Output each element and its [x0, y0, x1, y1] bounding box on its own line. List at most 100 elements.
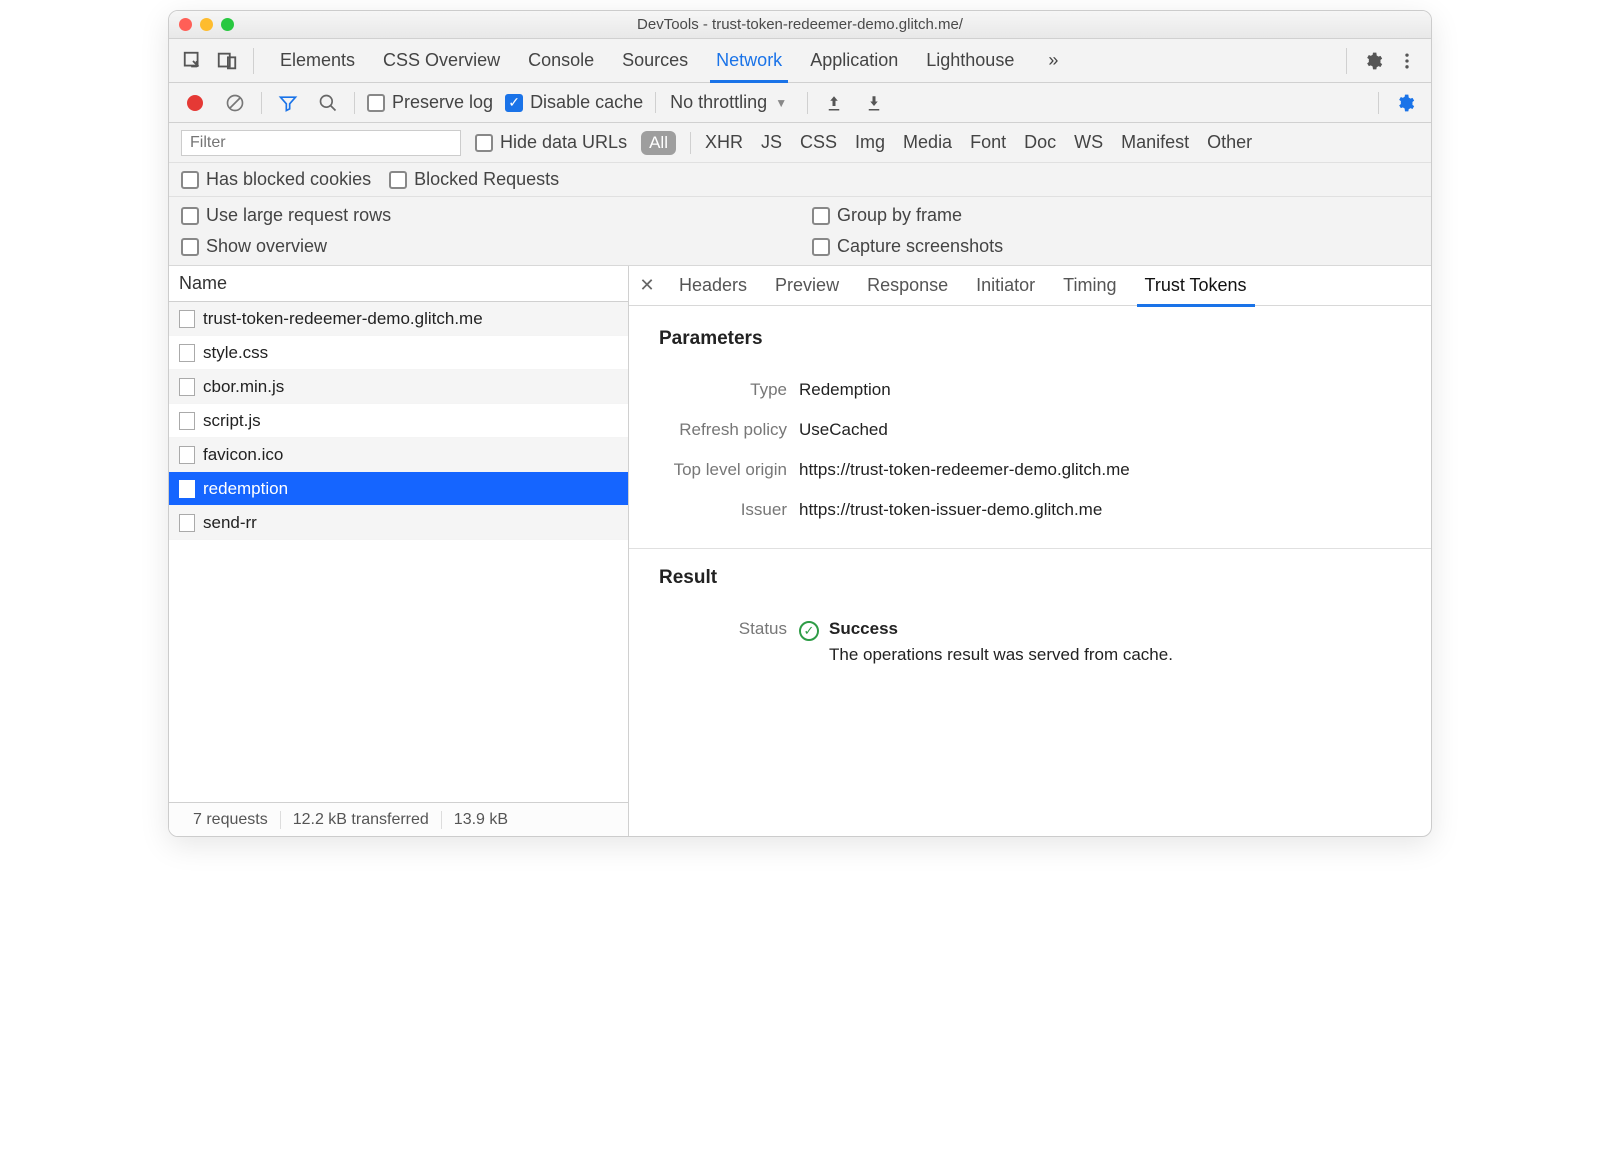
status-transferred: 12.2 kB transferred	[281, 811, 442, 829]
request-name: redemption	[203, 479, 288, 499]
request-list-panel: Name trust-token-redeemer-demo.glitch.me…	[169, 266, 629, 836]
filter-type-font[interactable]: Font	[970, 132, 1006, 153]
request-name: script.js	[203, 411, 261, 431]
tab-elements[interactable]: Elements	[266, 39, 369, 83]
request-row[interactable]: cbor.min.js	[169, 370, 628, 404]
status-bar: 7 requests 12.2 kB transferred 13.9 kB	[169, 802, 628, 836]
detail-tab-initiator[interactable]: Initiator	[962, 266, 1049, 306]
preserve-log-checkbox[interactable]: Preserve log	[367, 92, 493, 113]
inspect-icon[interactable]	[179, 47, 207, 75]
filter-type-img[interactable]: Img	[855, 132, 885, 153]
request-name: style.css	[203, 343, 268, 363]
parameters-heading: Parameters	[629, 328, 1431, 350]
column-header-name[interactable]: Name	[169, 266, 628, 302]
filter-type-doc[interactable]: Doc	[1024, 132, 1056, 153]
filter-type-all[interactable]: All	[641, 131, 676, 155]
window-title: DevTools - trust-token-redeemer-demo.gli…	[169, 16, 1431, 33]
download-har-icon[interactable]	[860, 89, 888, 117]
filter-input[interactable]	[181, 130, 461, 156]
request-name: trust-token-redeemer-demo.glitch.me	[203, 309, 483, 329]
request-name: favicon.ico	[203, 445, 283, 465]
success-check-icon: ✓	[799, 621, 819, 641]
result-status-value: ✓ Success The operations result was serv…	[799, 619, 1431, 665]
status-resources: 13.9 kB	[442, 811, 520, 829]
param-refresh-value: UseCached	[799, 420, 1431, 440]
param-type-label: Type	[629, 380, 799, 400]
detail-panel: ✕ HeadersPreviewResponseInitiatorTimingT…	[629, 266, 1431, 836]
upload-har-icon[interactable]	[820, 89, 848, 117]
network-toolbar: Preserve log ✓Disable cache No throttlin…	[169, 83, 1431, 123]
request-row[interactable]: redemption	[169, 472, 628, 506]
more-menu-icon[interactable]	[1393, 47, 1421, 75]
param-refresh-label: Refresh policy	[629, 420, 799, 440]
detail-tab-preview[interactable]: Preview	[761, 266, 853, 306]
tab-console[interactable]: Console	[514, 39, 608, 83]
request-row[interactable]: favicon.ico	[169, 438, 628, 472]
view-options: Use large request rows Show overview Gro…	[169, 197, 1431, 266]
group-by-frame-checkbox[interactable]: Group by frame	[812, 205, 1419, 226]
tab-lighthouse[interactable]: Lighthouse	[912, 39, 1028, 83]
titlebar: DevTools - trust-token-redeemer-demo.gli…	[169, 11, 1431, 39]
content-area: Name trust-token-redeemer-demo.glitch.me…	[169, 266, 1431, 836]
filter-type-xhr[interactable]: XHR	[705, 132, 743, 153]
network-settings-icon[interactable]	[1391, 89, 1419, 117]
request-name: cbor.min.js	[203, 377, 284, 397]
file-icon	[179, 412, 195, 430]
main-tabs: ElementsCSS OverviewConsoleSourcesNetwor…	[169, 39, 1431, 83]
file-icon	[179, 446, 195, 464]
search-icon[interactable]	[314, 89, 342, 117]
detail-tabs: ✕ HeadersPreviewResponseInitiatorTimingT…	[629, 266, 1431, 306]
settings-gear-icon[interactable]	[1359, 47, 1387, 75]
status-requests: 7 requests	[181, 811, 281, 829]
file-icon	[179, 514, 195, 532]
block-options-row: Has blocked cookies Blocked Requests	[169, 163, 1431, 197]
record-button[interactable]	[181, 89, 209, 117]
filter-type-media[interactable]: Media	[903, 132, 952, 153]
filter-type-js[interactable]: JS	[761, 132, 782, 153]
request-row[interactable]: script.js	[169, 404, 628, 438]
filter-icon[interactable]	[274, 89, 302, 117]
tabs-overflow[interactable]: »	[1034, 39, 1072, 83]
filter-type-other[interactable]: Other	[1207, 132, 1252, 153]
detail-body: Parameters TypeRedemption Refresh policy…	[629, 306, 1431, 836]
result-status-label: Status	[629, 619, 799, 665]
detail-tab-headers[interactable]: Headers	[665, 266, 761, 306]
filter-type-ws[interactable]: WS	[1074, 132, 1103, 153]
detail-tab-response[interactable]: Response	[853, 266, 962, 306]
devtools-window: DevTools - trust-token-redeemer-demo.gli…	[168, 10, 1432, 837]
param-issuer-label: Issuer	[629, 500, 799, 520]
hide-data-urls-checkbox[interactable]: Hide data URLs	[475, 132, 627, 153]
param-type-value: Redemption	[799, 380, 1431, 400]
filter-type-manifest[interactable]: Manifest	[1121, 132, 1189, 153]
throttling-dropdown[interactable]: No throttling ▼	[655, 92, 787, 113]
dropdown-caret-icon: ▼	[775, 96, 787, 110]
device-toggle-icon[interactable]	[213, 47, 241, 75]
disable-cache-checkbox[interactable]: ✓Disable cache	[505, 92, 643, 113]
tab-sources[interactable]: Sources	[608, 39, 702, 83]
filter-bar: Hide data URLs All XHR JS CSS Img Media Font D…	[169, 123, 1431, 163]
file-icon	[179, 344, 195, 362]
request-name: send-rr	[203, 513, 257, 533]
detail-tab-trust-tokens[interactable]: Trust Tokens	[1131, 266, 1261, 306]
file-icon	[179, 378, 195, 396]
request-row[interactable]: send-rr	[169, 506, 628, 540]
detail-tab-timing[interactable]: Timing	[1049, 266, 1130, 306]
param-origin-label: Top level origin	[629, 460, 799, 480]
file-icon	[179, 480, 195, 498]
tab-application[interactable]: Application	[796, 39, 912, 83]
param-origin-value: https://trust-token-redeemer-demo.glitch…	[799, 460, 1431, 480]
clear-button[interactable]	[221, 89, 249, 117]
large-rows-checkbox[interactable]: Use large request rows	[181, 205, 788, 226]
param-issuer-value: https://trust-token-issuer-demo.glitch.m…	[799, 500, 1431, 520]
request-row[interactable]: style.css	[169, 336, 628, 370]
tab-css-overview[interactable]: CSS Overview	[369, 39, 514, 83]
file-icon	[179, 310, 195, 328]
tab-network[interactable]: Network	[702, 39, 796, 83]
show-overview-checkbox[interactable]: Show overview	[181, 236, 788, 257]
capture-screenshots-checkbox[interactable]: Capture screenshots	[812, 236, 1419, 257]
close-detail-icon[interactable]: ✕	[629, 275, 665, 296]
has-blocked-cookies-checkbox[interactable]: Has blocked cookies	[181, 169, 371, 190]
filter-type-css[interactable]: CSS	[800, 132, 837, 153]
blocked-requests-checkbox[interactable]: Blocked Requests	[389, 169, 559, 190]
request-row[interactable]: trust-token-redeemer-demo.glitch.me	[169, 302, 628, 336]
